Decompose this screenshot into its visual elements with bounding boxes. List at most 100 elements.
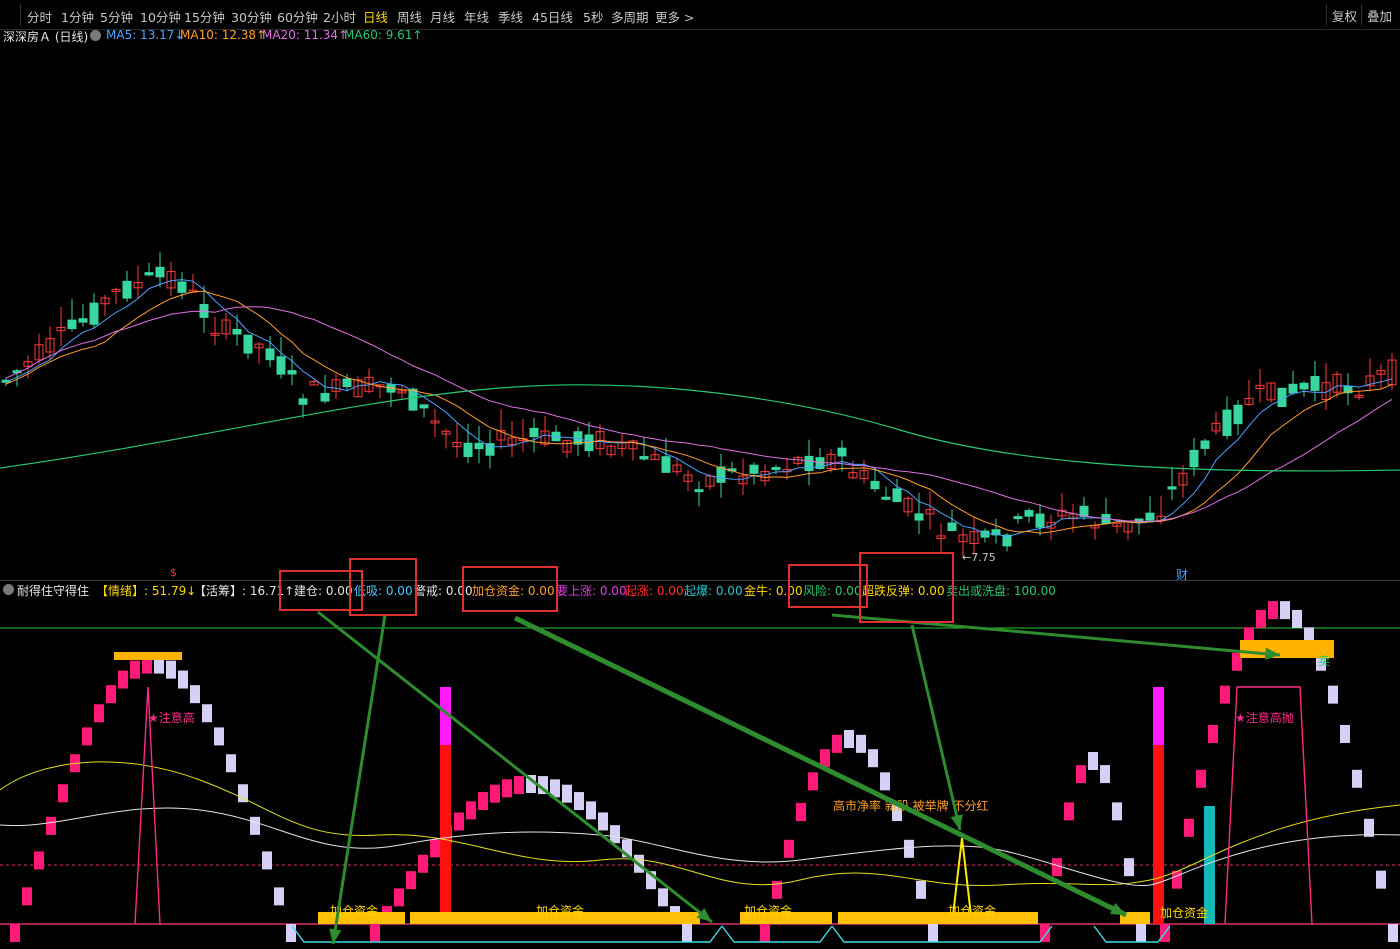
histogram-block xyxy=(1196,769,1206,788)
candle-body xyxy=(1167,486,1177,490)
indicator-value-0: 【情绪】: 51.79↓ xyxy=(96,584,197,598)
period-tab-8[interactable]: 日线 xyxy=(363,7,388,26)
histogram-block xyxy=(1376,870,1386,889)
histogram-block xyxy=(166,660,176,679)
period-tab-6[interactable]: 60分钟 xyxy=(277,7,318,26)
signal-bar xyxy=(1153,687,1164,745)
candle-body xyxy=(419,404,429,409)
toolbar-separator xyxy=(1361,4,1362,26)
histogram-block xyxy=(1364,818,1374,837)
histogram-block xyxy=(1388,924,1398,942)
signal-bar xyxy=(1153,745,1164,924)
period-tab-14[interactable]: 5秒 xyxy=(583,7,603,26)
candle-body xyxy=(78,318,88,323)
jiacang-label: 加仓资金 xyxy=(1160,905,1208,920)
candle-body xyxy=(947,522,957,532)
period-toolbar: 分时 1分钟 5分钟 10分钟 15分钟 30分钟 60分钟 2小时 日线 周线 月线 年线 季线 45日… xyxy=(0,0,1400,30)
jiacang-label: 加仓资金 xyxy=(744,903,792,918)
histogram-block xyxy=(598,812,608,831)
histogram-block xyxy=(1280,601,1290,620)
period-tab-11[interactable]: 年线 xyxy=(464,7,489,26)
indicator-chart[interactable]: ★注意高 ★注意高抛高市净率 新股 被举牌 不分红卖加仓资金 加仓资金 加仓资金 加仓资… xyxy=(0,600,1400,949)
period-tab-4[interactable]: 15分钟 xyxy=(184,7,225,26)
candle-body xyxy=(1145,512,1155,521)
indicator-settings-icon[interactable] xyxy=(3,584,14,595)
candlestick-chart[interactable] xyxy=(0,44,1400,580)
histogram-block xyxy=(10,924,20,942)
histogram-block xyxy=(1076,765,1086,784)
histogram-block xyxy=(1052,858,1062,877)
fund-cap-bar xyxy=(114,652,182,660)
candle-body xyxy=(342,378,352,388)
attention-label-2: ★注意高抛 xyxy=(1235,710,1294,725)
candle-body xyxy=(892,488,902,503)
histogram-block xyxy=(1340,724,1350,743)
period-tab-13[interactable]: 45日线 xyxy=(532,7,573,26)
ma60-label: MA60: 9.61↑ xyxy=(344,28,423,42)
histogram-block xyxy=(58,784,68,803)
annotation-box-chaodie xyxy=(859,552,954,623)
histogram-block xyxy=(430,839,440,858)
histogram-block xyxy=(1064,802,1074,821)
histogram-block xyxy=(658,888,668,907)
period-tab-16[interactable]: 更多 > xyxy=(655,7,694,26)
period-tab-2[interactable]: 5分钟 xyxy=(100,7,133,26)
period-tab-12[interactable]: 季线 xyxy=(498,7,523,26)
histogram-block xyxy=(1352,769,1362,788)
histogram-block xyxy=(562,784,572,803)
diejia-button[interactable]: 叠加 xyxy=(1367,6,1392,25)
jiacang-label: 加仓资金 xyxy=(536,903,584,918)
candle-body xyxy=(1200,440,1210,449)
histogram-block xyxy=(454,812,464,831)
histogram-block xyxy=(610,825,620,844)
candle-body xyxy=(1299,382,1309,390)
candle-body xyxy=(804,455,814,472)
candle-body xyxy=(177,281,187,293)
histogram-block xyxy=(916,880,926,899)
histogram-block xyxy=(760,924,770,942)
candle-body xyxy=(276,356,286,375)
period-tab-7[interactable]: 2小时 xyxy=(323,7,356,26)
indicator-name[interactable]: 耐得住守得住 xyxy=(17,582,89,599)
period-tab-5[interactable]: 30分钟 xyxy=(231,7,272,26)
ma10-label: MA10: 12.38↑ xyxy=(180,28,267,42)
histogram-block xyxy=(406,871,416,890)
fuquan-button[interactable]: 复权 xyxy=(1332,6,1357,25)
period-tab-0[interactable]: 分时 xyxy=(27,7,52,26)
candle-body xyxy=(1222,409,1232,436)
ma20-label: MA20: 11.34↑ xyxy=(262,28,349,42)
candle-body xyxy=(474,442,484,450)
histogram-block xyxy=(226,754,236,773)
candle-body xyxy=(243,334,253,354)
histogram-block xyxy=(1136,924,1146,942)
candle-body xyxy=(716,466,726,483)
histogram-block xyxy=(796,803,806,822)
period-tab-9[interactable]: 周线 xyxy=(397,7,422,26)
candle-body xyxy=(122,280,132,299)
candle-body xyxy=(661,456,671,473)
attention-label-1: ★注意高 xyxy=(148,710,195,725)
toolbar-separator xyxy=(20,4,21,26)
candle-body xyxy=(232,328,242,335)
histogram-block xyxy=(1124,858,1134,877)
annotation-box-jiacang xyxy=(462,566,558,612)
candle-body xyxy=(771,466,781,470)
histogram-block xyxy=(190,685,200,704)
candle-body xyxy=(639,455,649,460)
histogram-block xyxy=(274,887,284,906)
candle-body xyxy=(1035,513,1045,528)
period-tab-1[interactable]: 1分钟 xyxy=(61,7,94,26)
period-tab-15[interactable]: 多周期 xyxy=(611,7,649,26)
candle-body xyxy=(1288,383,1298,394)
histogram-block xyxy=(880,772,890,791)
ma5-label: MA5: 13.17↓ xyxy=(106,28,185,42)
jiacang-fund-bar xyxy=(838,912,1038,924)
period-tab-10[interactable]: 月线 xyxy=(430,7,455,26)
settings-circle-icon[interactable] xyxy=(90,30,101,41)
candle-body xyxy=(1310,376,1320,391)
histogram-block xyxy=(502,779,512,798)
sell-label: 卖 xyxy=(1318,654,1330,668)
stock-title[interactable]: 深深房Ａ (日线) xyxy=(3,28,88,45)
period-tab-3[interactable]: 10分钟 xyxy=(140,7,181,26)
annotation-box-fengxian xyxy=(788,564,868,608)
